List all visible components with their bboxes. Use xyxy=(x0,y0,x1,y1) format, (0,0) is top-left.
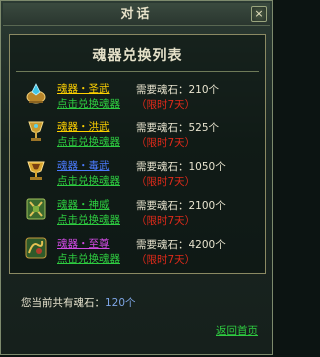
redeem-link[interactable]: 点击兑换魂器 xyxy=(57,134,120,149)
cost-text: 需要魂石：2100个 xyxy=(136,200,226,212)
list-item: 魂器・神威 点击兑换魂器 需要魂石：2100个 （限时7天） xyxy=(10,195,265,233)
window-title: 对话 xyxy=(120,7,153,22)
time-limit: （限时7天） xyxy=(136,99,196,111)
item-name[interactable]: 魂器・毒武 xyxy=(57,158,110,173)
chalice-icon xyxy=(27,161,45,180)
item-name[interactable]: 魂器・圣武 xyxy=(57,81,110,96)
redeem-link[interactable]: 点击兑换魂器 xyxy=(57,96,120,111)
close-icon: × xyxy=(254,7,264,20)
item-name[interactable]: 魂器・至尊 xyxy=(57,236,110,251)
time-limit: （限时7天） xyxy=(136,215,196,227)
dialog-window: 对话 × 魂器兑换列表 魂器・圣武 点击兑换魂器 需要魂石：210个 （限时7天… xyxy=(0,0,273,355)
scroll-tablet-icon xyxy=(26,198,46,220)
time-limit: （限时7天） xyxy=(136,176,196,188)
list-item: 魂器・洪武 点击兑换魂器 需要魂石：525个 （限时7天） xyxy=(10,117,265,155)
item-name[interactable]: 魂器・洪武 xyxy=(57,119,110,134)
dragon-emblem-icon xyxy=(25,237,47,259)
list-item: 魂器・圣武 点击兑换魂器 需要魂石：210个 （限时7天） xyxy=(10,79,265,117)
owned-soulstones: 您当前共有魂石：120个 xyxy=(21,297,136,309)
redeem-link[interactable]: 点击兑换魂器 xyxy=(57,173,120,188)
list-item: 魂器・至尊 点击兑换魂器 需要魂石：4200个 （限时7天） xyxy=(10,234,265,272)
title-bar[interactable]: 对话 × xyxy=(3,3,270,26)
cost-text: 需要魂石：525个 xyxy=(136,122,220,134)
redeem-link[interactable]: 点击兑换魂器 xyxy=(57,251,120,266)
cost-text: 需要魂石：4200个 xyxy=(136,239,226,251)
time-limit: （限时7天） xyxy=(136,254,196,266)
divider xyxy=(16,71,259,72)
goblet-icon xyxy=(28,121,44,141)
time-limit: （限时7天） xyxy=(136,137,196,149)
cost-text: 需要魂石：1050个 xyxy=(136,161,226,173)
crystal-cauldron-icon xyxy=(26,83,46,104)
redeem-link[interactable]: 点击兑换魂器 xyxy=(57,212,120,227)
panel-heading: 魂器兑换列表 xyxy=(92,48,183,64)
list-item: 魂器・毒武 点击兑换魂器 需要魂石：1050个 （限时7天） xyxy=(10,156,265,194)
exchange-panel: 魂器兑换列表 魂器・圣武 点击兑换魂器 需要魂石：210个 （限时7天） 魂器・… xyxy=(9,34,266,274)
back-home-link[interactable]: 返回首页 xyxy=(216,323,258,338)
item-name[interactable]: 魂器・神威 xyxy=(57,197,110,212)
close-button[interactable]: × xyxy=(251,6,267,22)
cost-text: 需要魂石：210个 xyxy=(136,84,220,96)
